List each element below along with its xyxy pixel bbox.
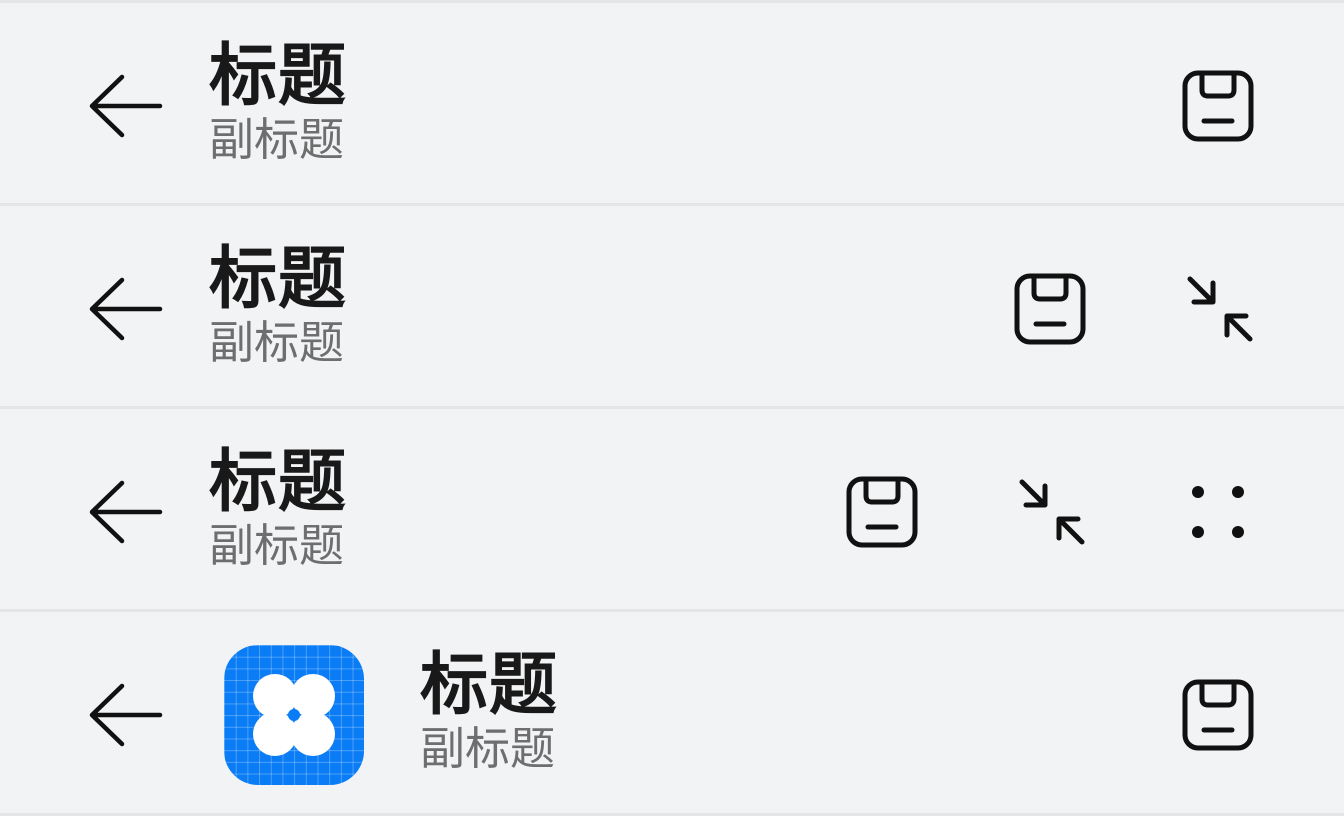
save-button[interactable] (1178, 675, 1258, 755)
app-icon (224, 645, 364, 785)
page-title: 标题 (209, 443, 348, 522)
minimize-icon (1187, 276, 1253, 342)
back-button[interactable] (84, 475, 166, 549)
minimize-icon (1019, 479, 1085, 545)
page-title: 标题 (209, 240, 348, 319)
arrow-left-icon (89, 277, 163, 341)
back-button[interactable] (84, 272, 166, 346)
arrow-left-icon (89, 74, 163, 138)
page-subtitle: 副标题 (209, 113, 345, 166)
more-dots-icon (1192, 486, 1244, 538)
title-bar-variants: 标题 副标题 标题 副标题 标题 副标题 标题 副标题 (0, 0, 1344, 816)
arrow-left-icon (89, 683, 163, 747)
page-subtitle: 副标题 (209, 316, 345, 369)
minimize-button[interactable] (1012, 472, 1092, 552)
title-bar-3: 标题 副标题 (0, 406, 1344, 606)
title-bar-2: 标题 副标题 (0, 203, 1344, 403)
back-button[interactable] (84, 69, 166, 143)
arrow-left-icon (89, 480, 163, 544)
page-subtitle: 副标题 (420, 722, 556, 775)
save-button[interactable] (1010, 269, 1090, 349)
minimize-button[interactable] (1180, 269, 1260, 349)
save-button[interactable] (1178, 66, 1258, 146)
save-icon (1014, 273, 1086, 345)
save-icon (1182, 679, 1254, 751)
app-clover-icon (253, 674, 335, 756)
title-block: 标题 副标题 (209, 240, 347, 370)
title-block: 标题 副标题 (209, 37, 347, 167)
page-subtitle: 副标题 (209, 519, 345, 572)
save-button[interactable] (842, 472, 922, 552)
title-block: 标题 副标题 (209, 443, 347, 573)
back-button[interactable] (84, 678, 166, 752)
title-block: 标题 副标题 (420, 646, 558, 776)
page-title: 标题 (420, 646, 559, 725)
title-bar-4: 标题 副标题 (0, 609, 1344, 816)
save-icon (1182, 70, 1254, 142)
more-button[interactable] (1178, 472, 1258, 552)
save-icon (846, 476, 918, 548)
title-bar-1: 标题 副标题 (0, 0, 1344, 200)
page-title: 标题 (209, 37, 348, 116)
